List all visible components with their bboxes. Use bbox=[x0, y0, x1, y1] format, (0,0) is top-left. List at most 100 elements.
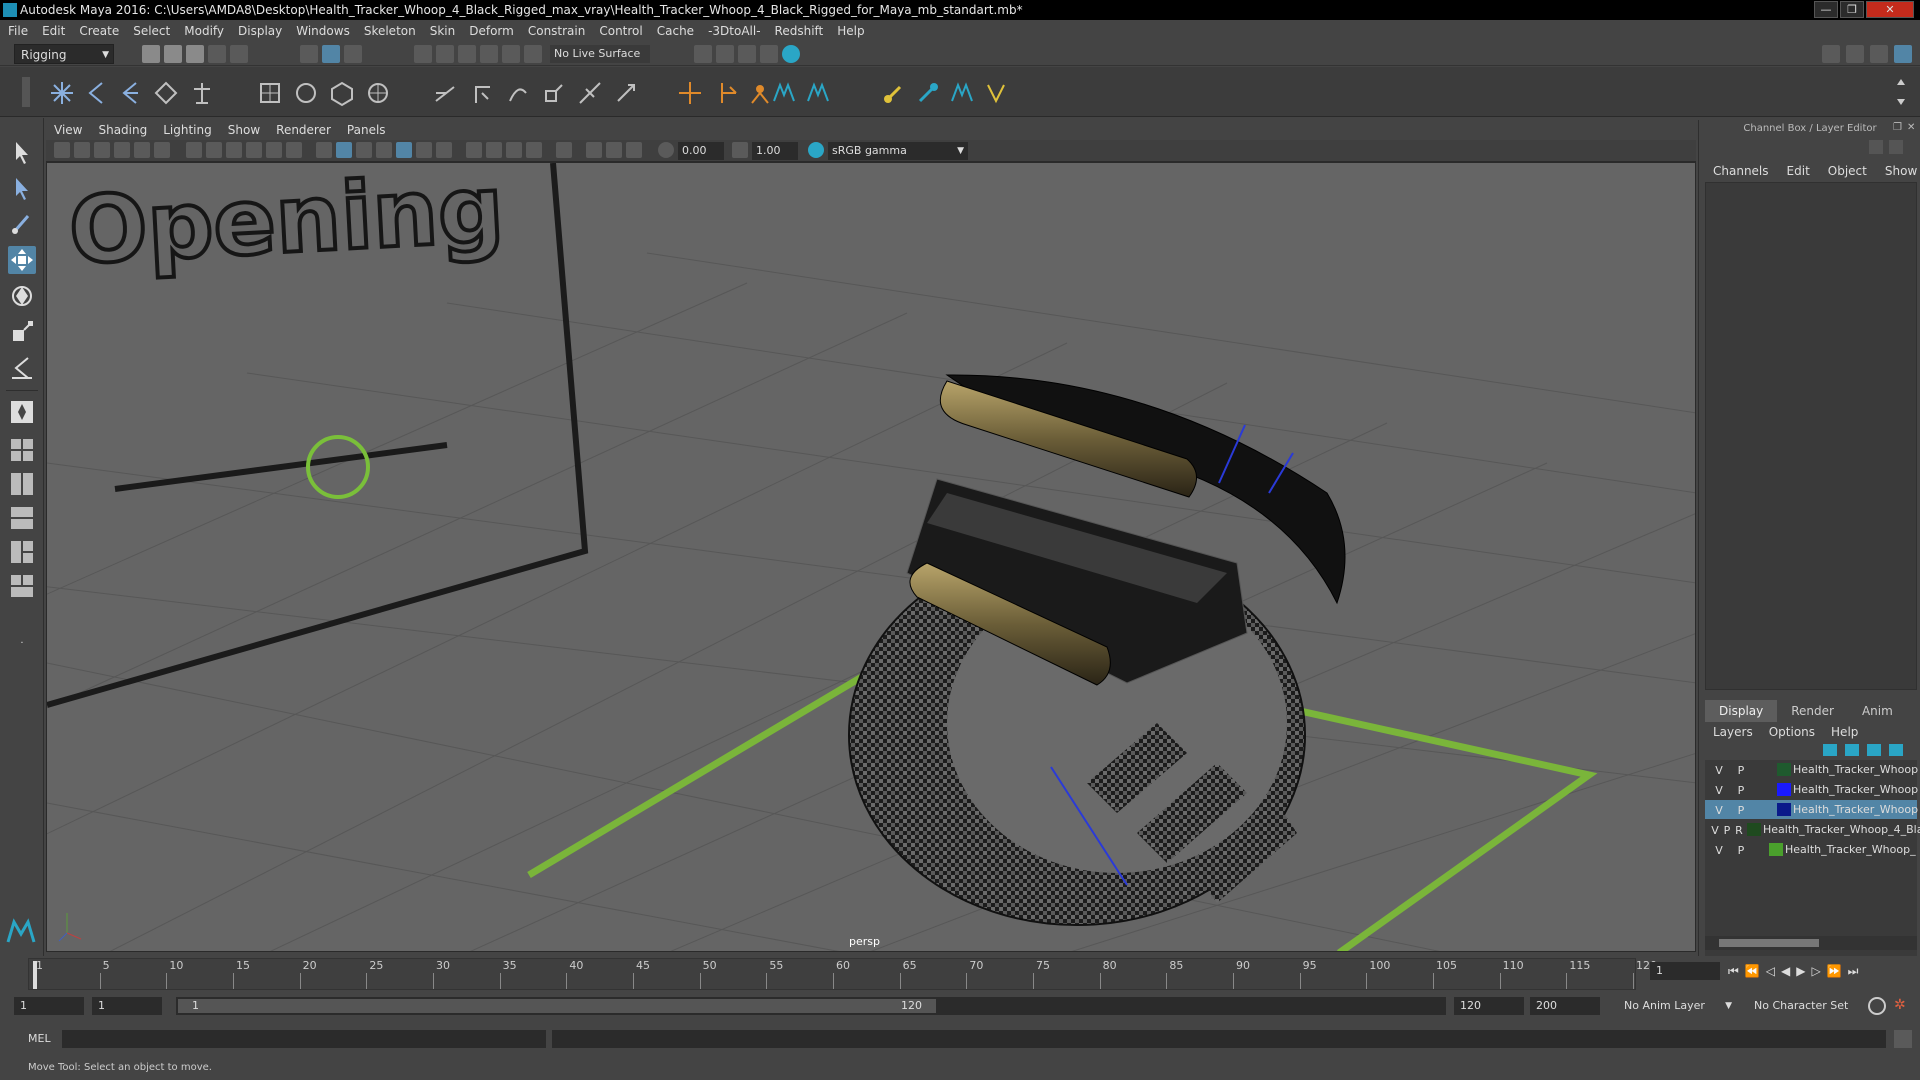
cb-menu-edit[interactable]: Edit bbox=[1787, 164, 1810, 178]
character-set-dropdown[interactable]: No Character Set bbox=[1748, 997, 1868, 1015]
safe-action-icon[interactable] bbox=[286, 142, 302, 158]
layer-playback-toggle[interactable]: P bbox=[1733, 761, 1749, 778]
close-panel-icon[interactable]: ✕ bbox=[1907, 122, 1919, 134]
attribute-lock-icon[interactable] bbox=[1869, 140, 1883, 154]
color-management-icon[interactable] bbox=[808, 142, 824, 158]
go-to-end-icon[interactable]: ⏭ bbox=[1848, 964, 1859, 979]
two-view-layout-icon[interactable] bbox=[8, 470, 36, 498]
cb-menu-show[interactable]: Show bbox=[1885, 164, 1917, 178]
play-forward-icon[interactable]: ▶ bbox=[1796, 964, 1805, 978]
end-time-field[interactable]: 200 bbox=[1530, 997, 1600, 1015]
panel-menu-show[interactable]: Show bbox=[228, 123, 260, 137]
command-language-label[interactable]: MEL bbox=[28, 1030, 51, 1048]
scale-constraint-icon[interactable] bbox=[540, 79, 568, 107]
hypershade-layout-icon[interactable] bbox=[8, 572, 36, 600]
menu-modify[interactable]: Modify bbox=[184, 24, 224, 38]
go-to-start-icon[interactable]: ⏮ bbox=[1728, 964, 1739, 979]
layer-menu-layers[interactable]: Layers bbox=[1713, 722, 1753, 742]
opening-text-mesh[interactable]: Opening bbox=[65, 163, 509, 287]
bind-skin-icon[interactable] bbox=[256, 79, 284, 107]
layer-visibility-toggle[interactable]: V bbox=[1711, 801, 1727, 818]
textured-icon[interactable] bbox=[396, 142, 412, 158]
scrollbar-thumb[interactable] bbox=[1719, 939, 1819, 947]
xray-components-icon[interactable] bbox=[626, 142, 642, 158]
panel-menu-view[interactable]: View bbox=[54, 123, 82, 137]
anti-aliasing-icon[interactable] bbox=[506, 142, 522, 158]
image-plane-icon[interactable] bbox=[114, 142, 130, 158]
gamma-field[interactable]: 1.00 bbox=[752, 142, 798, 160]
ipr-render-icon[interactable] bbox=[738, 45, 756, 63]
snap-point-icon[interactable] bbox=[458, 45, 476, 63]
quick-rig-icon[interactable] bbox=[804, 79, 832, 107]
tab-anim[interactable]: Anim bbox=[1848, 700, 1907, 722]
modeling-toolkit-icon[interactable] bbox=[1822, 45, 1840, 63]
step-forward-frame-icon[interactable]: ▷ bbox=[1811, 964, 1820, 978]
viewport-persp[interactable]: Opening persp bbox=[46, 162, 1696, 952]
joint-tool-icon[interactable] bbox=[48, 79, 76, 107]
render-frame-icon[interactable] bbox=[694, 45, 712, 63]
redo-icon[interactable] bbox=[230, 45, 248, 63]
save-scene-icon[interactable] bbox=[186, 45, 204, 63]
view-transform-dropdown[interactable]: sRGB gamma ▼ bbox=[828, 142, 968, 160]
layer-visibility-toggle[interactable]: V bbox=[1711, 781, 1727, 798]
select-object-icon[interactable] bbox=[322, 45, 340, 63]
select-tool-icon[interactable] bbox=[8, 138, 36, 166]
motion-blur-icon[interactable] bbox=[486, 142, 502, 158]
undo-icon[interactable] bbox=[208, 45, 226, 63]
exposure-field[interactable]: 0.00 bbox=[678, 142, 724, 160]
lasso-tool-icon[interactable] bbox=[8, 174, 36, 202]
shelf-scroll-arrows[interactable] bbox=[1896, 77, 1906, 107]
layer-row[interactable]: V P Health_Tracker_Whoop bbox=[1705, 760, 1918, 779]
render-sequence-icon[interactable] bbox=[716, 45, 734, 63]
screen-space-ao-icon[interactable] bbox=[466, 142, 482, 158]
hik-icon[interactable] bbox=[712, 79, 740, 107]
paint-select-tool-icon[interactable] bbox=[8, 210, 36, 238]
xray-icon[interactable] bbox=[586, 142, 602, 158]
paint-weights-icon[interactable] bbox=[880, 79, 908, 107]
channel-box-toggle-icon[interactable] bbox=[1894, 45, 1912, 63]
auto-key-icon[interactable] bbox=[1868, 997, 1886, 1015]
2d-pan-zoom-icon[interactable] bbox=[134, 142, 150, 158]
four-view-layout-icon[interactable] bbox=[8, 436, 36, 464]
select-hierarchy-icon[interactable] bbox=[300, 45, 318, 63]
human-ik-icon[interactable] bbox=[770, 79, 798, 107]
layer-playback-toggle[interactable]: P bbox=[1733, 841, 1749, 858]
grid-toggle-icon[interactable] bbox=[186, 142, 202, 158]
render-settings-icon[interactable] bbox=[760, 45, 778, 63]
float-panel-icon[interactable]: ❐ bbox=[1893, 122, 1905, 134]
lattice-icon[interactable] bbox=[328, 79, 356, 107]
rotate-tool-icon[interactable] bbox=[8, 282, 36, 310]
step-back-key-icon[interactable]: ⏪ bbox=[1745, 964, 1760, 978]
attribute-editor-icon[interactable] bbox=[1846, 45, 1864, 63]
current-time-indicator[interactable] bbox=[33, 961, 37, 989]
menu-create[interactable]: Create bbox=[79, 24, 119, 38]
snap-view-icon[interactable] bbox=[480, 45, 498, 63]
aim-constraint-icon[interactable] bbox=[576, 79, 604, 107]
command-input[interactable] bbox=[62, 1030, 546, 1048]
component-editor-icon[interactable] bbox=[914, 79, 942, 107]
play-backward-icon[interactable]: ◀ bbox=[1781, 964, 1790, 978]
snap-grid-icon[interactable] bbox=[414, 45, 432, 63]
xray-joints-icon[interactable] bbox=[606, 142, 622, 158]
shelf-options-icon[interactable] bbox=[22, 77, 30, 107]
tab-render[interactable]: Render bbox=[1777, 700, 1848, 722]
panel-menu-panels[interactable]: Panels bbox=[347, 123, 386, 137]
current-frame-field[interactable]: 1 bbox=[1650, 962, 1720, 980]
parent-constraint-icon[interactable] bbox=[432, 79, 460, 107]
layer-reference-toggle[interactable]: R bbox=[1731, 821, 1747, 838]
menu-file[interactable]: File bbox=[8, 24, 28, 38]
move-tool-button[interactable] bbox=[8, 246, 36, 274]
blend-shape-icon[interactable] bbox=[948, 79, 976, 107]
toolbox-more-button[interactable]: · bbox=[14, 638, 30, 649]
layer-visibility-toggle[interactable]: V bbox=[1711, 841, 1727, 858]
minimize-button[interactable]: — bbox=[1814, 1, 1838, 18]
control-slider-line[interactable] bbox=[114, 442, 448, 492]
skeleton-icon[interactable] bbox=[188, 79, 216, 107]
layer-color-swatch[interactable] bbox=[1777, 763, 1791, 776]
cb-menu-channels[interactable]: Channels bbox=[1713, 164, 1769, 178]
menu-constrain[interactable]: Constrain bbox=[528, 24, 586, 38]
new-layer-selected-icon[interactable] bbox=[1889, 744, 1903, 756]
menu-cache[interactable]: Cache bbox=[657, 24, 694, 38]
resolution-gate-icon[interactable] bbox=[226, 142, 242, 158]
ik-spline-icon[interactable] bbox=[116, 79, 144, 107]
